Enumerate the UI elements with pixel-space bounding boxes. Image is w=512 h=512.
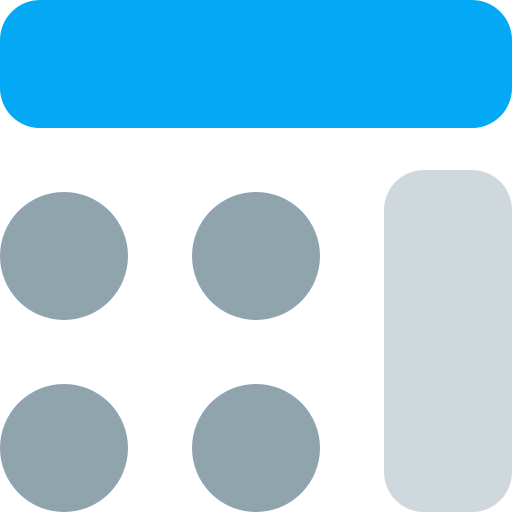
key-dot [192, 192, 320, 320]
key-dot [192, 384, 320, 512]
calculator-icon [0, 0, 512, 512]
key-dot [0, 192, 128, 320]
tall-key-bar [384, 170, 512, 512]
key-dot [0, 384, 128, 512]
display-bar [0, 0, 512, 128]
